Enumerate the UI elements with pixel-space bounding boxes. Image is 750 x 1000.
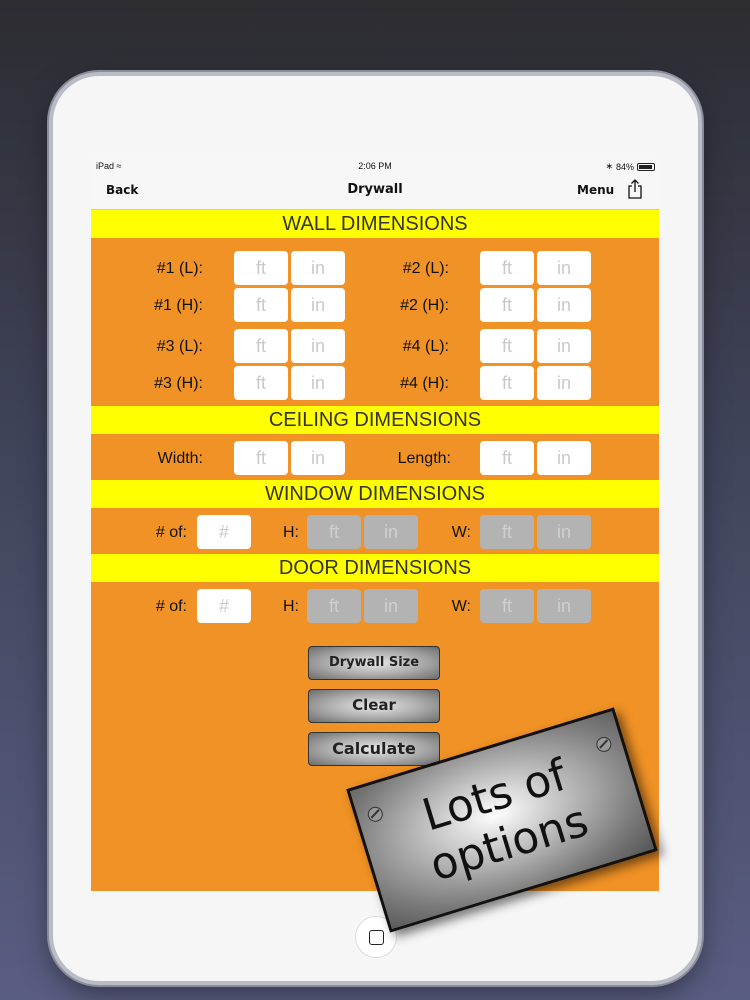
wall-3-height-label: #3 (H): xyxy=(154,375,203,392)
menu-button[interactable]: Menu xyxy=(577,183,614,197)
battery-icon xyxy=(637,162,655,171)
door-height-label: H: xyxy=(283,598,299,615)
wall-4-height-ft-input[interactable]: ft xyxy=(480,366,534,400)
door-width-in-input[interactable]: in xyxy=(537,589,591,623)
wall-4-length-in-input[interactable]: in xyxy=(537,329,591,363)
home-square-icon xyxy=(368,929,384,945)
wall-3-length-label: #3 (L): xyxy=(156,338,203,355)
door-count-label: # of: xyxy=(155,598,187,615)
wall-1-height-label: #1 (H): xyxy=(154,297,203,314)
wall-1-height-ft-input[interactable]: ft xyxy=(234,288,288,322)
calculate-button[interactable]: Calculate xyxy=(308,732,440,766)
window-width-ft-input[interactable]: ft xyxy=(480,515,534,549)
share-icon[interactable] xyxy=(627,179,643,199)
wall-4-length-ft-input[interactable]: ft xyxy=(480,329,534,363)
ceiling-dimensions-header: CEILING DIMENSIONS xyxy=(91,406,659,434)
wall-3-length-in-input[interactable]: in xyxy=(291,329,345,363)
window-count-label: # of: xyxy=(155,524,187,541)
wall-2-length-label: #2 (L): xyxy=(402,260,449,277)
window-count-input[interactable]: # xyxy=(197,515,251,549)
door-height-ft-input[interactable]: ft xyxy=(307,589,361,623)
door-dimensions-header: DOOR DIMENSIONS xyxy=(91,554,659,582)
wall-dimensions-header: WALL DIMENSIONS xyxy=(91,210,659,238)
door-width-label: W: xyxy=(451,598,471,615)
wall-2-height-in-input[interactable]: in xyxy=(537,288,591,322)
wall-1-height-in-input[interactable]: in xyxy=(291,288,345,322)
door-width-ft-input[interactable]: ft xyxy=(480,589,534,623)
door-count-input[interactable]: # xyxy=(197,589,251,623)
wall-3-height-in-input[interactable]: in xyxy=(291,366,345,400)
battery-percent: 84% xyxy=(615,161,634,172)
wall-2-height-ft-input[interactable]: ft xyxy=(480,288,534,322)
ceiling-length-label: Length: xyxy=(397,450,451,467)
page-title: Drywall xyxy=(347,182,403,197)
navigation-bar: Back Drywall Menu xyxy=(91,173,659,210)
window-dimensions-header: WINDOW DIMENSIONS xyxy=(91,480,659,508)
ceiling-width-in-input[interactable]: in xyxy=(291,441,345,475)
wall-1-length-label: #1 (L): xyxy=(156,260,203,277)
ceiling-width-ft-input[interactable]: ft xyxy=(234,441,288,475)
bluetooth-icon: ∗ xyxy=(605,161,613,171)
wall-4-length-label: #4 (L): xyxy=(402,338,449,355)
wall-2-length-in-input[interactable]: in xyxy=(537,251,591,285)
status-bar: iPad ≈ 2:06 PM ∗ 84% xyxy=(91,159,659,173)
clear-button[interactable]: Clear xyxy=(308,689,440,723)
wall-1-length-in-input[interactable]: in xyxy=(291,251,345,285)
wall-2-height-label: #2 (H): xyxy=(400,297,449,314)
door-height-in-input[interactable]: in xyxy=(364,589,418,623)
status-right: ∗ 84% xyxy=(605,161,655,172)
status-time: 2:06 PM xyxy=(358,161,392,171)
wall-4-height-in-input[interactable]: in xyxy=(537,366,591,400)
wall-1-length-ft-input[interactable]: ft xyxy=(234,251,288,285)
window-height-in-input[interactable]: in xyxy=(364,515,418,549)
ceiling-length-in-input[interactable]: in xyxy=(537,441,591,475)
window-height-label: H: xyxy=(283,524,299,541)
drywall-size-button[interactable]: Drywall Size xyxy=(308,646,440,680)
wall-2-length-ft-input[interactable]: ft xyxy=(480,251,534,285)
ceiling-length-ft-input[interactable]: ft xyxy=(480,441,534,475)
window-width-label: W: xyxy=(451,524,471,541)
wall-3-length-ft-input[interactable]: ft xyxy=(234,329,288,363)
ceiling-width-label: Width: xyxy=(157,450,203,467)
wall-3-height-ft-input[interactable]: ft xyxy=(234,366,288,400)
wall-4-height-label: #4 (H): xyxy=(400,375,449,392)
window-width-in-input[interactable]: in xyxy=(537,515,591,549)
window-height-ft-input[interactable]: ft xyxy=(307,515,361,549)
